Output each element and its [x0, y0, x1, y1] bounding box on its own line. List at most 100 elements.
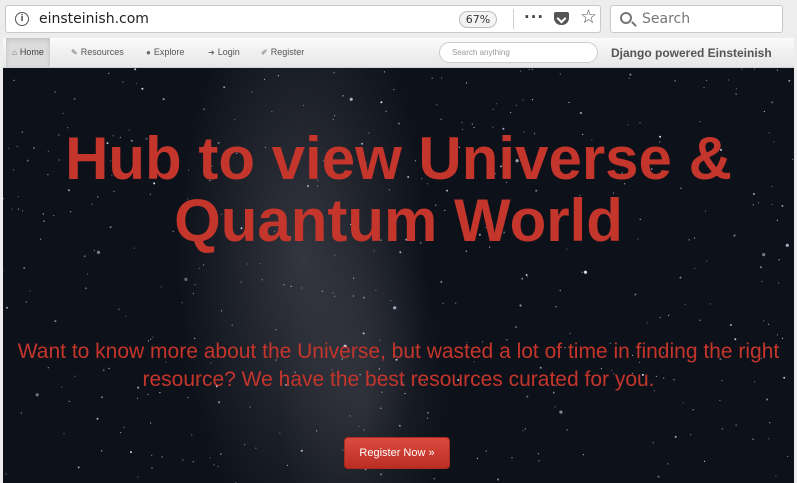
- nav-item-resources[interactable]: ✎ Resources: [65, 38, 130, 67]
- star: [778, 282, 780, 284]
- star: [398, 424, 401, 427]
- star: [349, 415, 351, 417]
- star: [735, 88, 738, 90]
- star: [521, 277, 524, 280]
- star: [231, 324, 233, 326]
- star: [393, 306, 397, 310]
- star: [217, 466, 219, 468]
- star: [283, 284, 285, 286]
- star: [426, 417, 429, 419]
- nav-item-label: Register: [270, 47, 305, 57]
- nav-item-register[interactable]: ✐ Register: [255, 38, 310, 67]
- star: [721, 428, 723, 430]
- star: [522, 99, 524, 101]
- star: [194, 284, 196, 286]
- star: [375, 289, 377, 291]
- nav-item-home[interactable]: ⌂ Home: [6, 38, 50, 67]
- star: [198, 267, 200, 269]
- star: [762, 253, 766, 257]
- url-text[interactable]: einsteinish.com: [39, 11, 149, 27]
- star: [83, 255, 86, 258]
- globe-icon: ●: [146, 48, 151, 57]
- star: [334, 254, 336, 256]
- star: [137, 476, 139, 478]
- star: [286, 464, 288, 466]
- star: [515, 104, 518, 106]
- star: [380, 473, 382, 476]
- browser-toolbar: i einsteinish.com 67% ··· ☆ Search: [0, 0, 797, 38]
- star: [118, 308, 120, 310]
- star: [141, 87, 144, 90]
- star: [629, 73, 632, 76]
- star: [125, 315, 127, 317]
- hero-title: Hub to view Universe & Quantum World: [65, 125, 732, 254]
- nav-item-login[interactable]: ➜ Login: [202, 38, 246, 67]
- star: [531, 99, 534, 101]
- toolbar-divider: [513, 9, 514, 29]
- star: [333, 72, 335, 74]
- star: [554, 406, 556, 408]
- star: [184, 277, 188, 281]
- star: [582, 454, 585, 456]
- browser-search-placeholder: Search: [642, 11, 691, 27]
- register-now-button[interactable]: Register Now »: [344, 437, 450, 469]
- pocket-icon[interactable]: [554, 12, 569, 25]
- star: [275, 329, 277, 331]
- star: [729, 324, 732, 326]
- star: [279, 432, 281, 434]
- star: [332, 292, 334, 294]
- star: [703, 87, 705, 89]
- star: [244, 444, 246, 446]
- star: [703, 460, 706, 462]
- more-actions-icon[interactable]: ···: [524, 8, 544, 26]
- star: [511, 457, 513, 459]
- star: [87, 273, 89, 275]
- star: [249, 406, 251, 408]
- star: [768, 323, 770, 325]
- star: [763, 320, 765, 322]
- star: [455, 302, 457, 304]
- star: [709, 303, 711, 305]
- star: [520, 70, 522, 72]
- star: [692, 409, 694, 411]
- site-brand[interactable]: Django powered Einsteinish: [611, 46, 772, 60]
- star: [761, 280, 763, 283]
- star: [699, 121, 701, 123]
- star: [442, 302, 444, 304]
- star: [62, 112, 64, 115]
- address-bar[interactable]: i einsteinish.com 67% ··· ☆: [5, 5, 601, 33]
- browser-search-box[interactable]: Search: [610, 5, 783, 33]
- nav-item-label: Login: [217, 47, 240, 57]
- star: [465, 82, 468, 84]
- zoom-level-badge[interactable]: 67%: [459, 11, 497, 28]
- star: [699, 319, 701, 321]
- star: [13, 79, 15, 81]
- star: [788, 79, 791, 82]
- star: [776, 334, 779, 336]
- star: [741, 68, 743, 70]
- star: [136, 397, 139, 399]
- star: [706, 260, 708, 262]
- info-icon[interactable]: i: [15, 12, 29, 26]
- star: [628, 77, 630, 79]
- star: [719, 399, 721, 401]
- star: [492, 108, 494, 110]
- star: [559, 289, 561, 292]
- star: [96, 417, 99, 420]
- star: [393, 89, 395, 91]
- nav-item-explore[interactable]: ● Explore: [140, 38, 190, 67]
- star: [181, 302, 183, 304]
- star: [247, 263, 249, 265]
- star: [776, 69, 779, 71]
- star: [667, 463, 669, 465]
- star: [101, 396, 103, 399]
- star: [77, 466, 80, 469]
- star: [769, 422, 771, 424]
- star: [334, 295, 336, 297]
- star: [694, 267, 696, 269]
- site-search-input[interactable]: [439, 42, 598, 63]
- star: [73, 97, 76, 100]
- star: [768, 438, 770, 440]
- hero-section: Hub to view Universe & Quantum World Wan…: [3, 68, 794, 483]
- bookmark-star-icon[interactable]: ☆: [580, 6, 597, 28]
